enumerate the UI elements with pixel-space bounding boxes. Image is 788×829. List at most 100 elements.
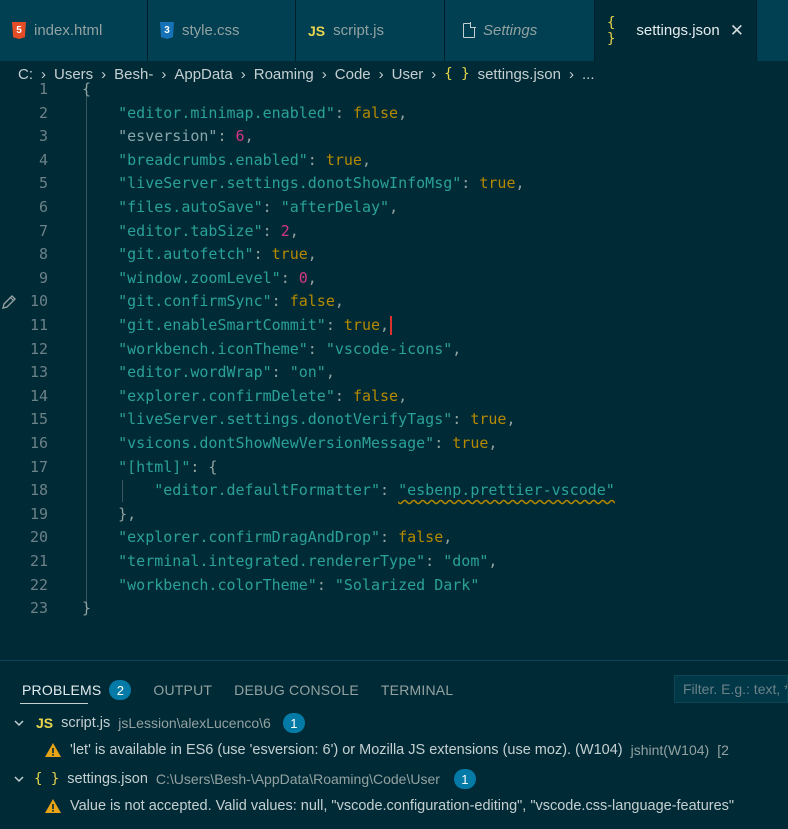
- code-line[interactable]: 2 "editor.minimap.enabled": false,: [0, 102, 788, 126]
- problem-message-row[interactable]: Value is not accepted. Valid values: nul…: [0, 794, 734, 818]
- code-line[interactable]: 9 "window.zoomLevel": 0,: [0, 267, 788, 291]
- problems-filter-input[interactable]: Filter. E.g.: text, **/*.ts, !**/node_mo…: [674, 675, 788, 703]
- code-line[interactable]: 14 "explorer.confirmDelete": false,: [0, 385, 788, 409]
- code-line[interactable]: 8 "git.autofetch": true,: [0, 243, 788, 267]
- code-line[interactable]: 17 "[html]": {: [0, 456, 788, 480]
- code-token: "git.autofetch": [118, 245, 254, 264]
- code-line[interactable]: 3 "esversion": 6,: [0, 125, 788, 149]
- code-token: :: [271, 292, 290, 311]
- tab-problems[interactable]: PROBLEMS 2: [22, 680, 132, 700]
- code-token: true: [343, 316, 381, 334]
- tab-settings-json[interactable]: { } settings.json ✕: [595, 0, 757, 61]
- problem-message-row[interactable]: 'let' is available in ES6 (use 'esversio…: [0, 738, 729, 762]
- code-token: "terminal.integrated.rendererType": [118, 552, 426, 570]
- line-number: 22: [29, 575, 48, 594]
- code-token: }: [82, 599, 92, 618]
- code-line[interactable]: 20 "explorer.confirmDragAndDrop": false,: [0, 526, 788, 550]
- active-tab-underline: [20, 703, 88, 704]
- line-number: 17: [29, 457, 48, 476]
- code-token: ,: [452, 339, 462, 358]
- code-text: "window.zoomLevel": 0,: [82, 267, 317, 291]
- problem-source: jshint(W104): [630, 742, 710, 758]
- close-icon[interactable]: ✕: [730, 21, 744, 41]
- code-line[interactable]: 21 "terminal.integrated.rendererType": "…: [0, 550, 788, 574]
- warning-icon: [45, 743, 61, 757]
- code-token: :: [461, 174, 480, 193]
- code-token: ,: [380, 316, 390, 334]
- code-token: "workbench.colorTheme": [118, 575, 317, 594]
- code-text: "editor.minimap.enabled": false,: [82, 102, 407, 126]
- code-token: ,: [244, 127, 254, 146]
- tab-index-html[interactable]: 5 index.html: [0, 0, 148, 61]
- tab-label: Settings: [483, 22, 538, 39]
- code-text: {: [82, 78, 91, 102]
- code-token: "explorer.confirmDelete": [118, 386, 335, 405]
- tab-settings[interactable]: Settings: [445, 0, 595, 61]
- code-token: false: [398, 528, 444, 547]
- tab-style-css[interactable]: 3 style.css: [148, 0, 296, 61]
- line-number: 14: [29, 386, 48, 405]
- tab-output[interactable]: OUTPUT: [153, 682, 212, 698]
- line-number: 13: [29, 363, 48, 382]
- code-token: :: [262, 221, 281, 240]
- code-line[interactable]: 23}: [0, 597, 788, 621]
- code-token: "workbench.iconTheme": [118, 339, 308, 358]
- code-line[interactable]: 16 "vsicons.dontShowNewVersionMessage": …: [0, 432, 788, 456]
- line-number: 2: [38, 103, 48, 122]
- code-line[interactable]: 4 "breadcrumbs.enabled": true,: [0, 149, 788, 173]
- tab-label: index.html: [34, 22, 103, 39]
- code-line[interactable]: 22 "workbench.colorTheme": "Solarized Da…: [0, 574, 788, 598]
- code-token: false: [352, 103, 399, 122]
- code-text: "git.enableSmartCommit": true,: [82, 314, 393, 338]
- code-token: },: [82, 504, 137, 523]
- code-token: "editor.wordWrap": [118, 363, 272, 382]
- code-token: ,: [334, 292, 344, 311]
- code-token: :: [316, 575, 335, 594]
- code-line[interactable]: 10 "git.confirmSync": false,: [0, 290, 788, 314]
- chevron-down-icon[interactable]: [10, 714, 28, 732]
- code-line[interactable]: 15 "liveServer.settings.donotVerifyTags"…: [0, 408, 788, 432]
- code-text: "terminal.integrated.rendererType": "dom…: [82, 550, 497, 574]
- code-token: "afterDelay": [280, 198, 390, 216]
- code-token: "Solarized Dark": [334, 575, 480, 594]
- line-number: 18: [29, 481, 48, 500]
- code-text: }: [82, 597, 91, 621]
- code-token: ,: [398, 103, 408, 122]
- code-line[interactable]: 1{: [0, 78, 788, 102]
- code-text: "explorer.confirmDragAndDrop": false,: [82, 526, 452, 550]
- code-token: :: [307, 150, 326, 169]
- line-number: 21: [29, 552, 48, 570]
- problem-file-row[interactable]: JS script.js jsLession\alexLucenco\6 1: [0, 711, 305, 735]
- code-line[interactable]: 13 "editor.wordWrap": "on",: [0, 361, 788, 385]
- tab-debug-console[interactable]: DEBUG CONSOLE: [234, 682, 359, 698]
- code-token: "vsicons.dontShowNewVersionMessage": [118, 434, 435, 452]
- code-token: "editor.minimap.enabled": [118, 103, 335, 122]
- code-line[interactable]: 7 "editor.tabSize": 2,: [0, 220, 788, 244]
- code-line[interactable]: 6 "files.autoSave": "afterDelay",: [0, 196, 788, 220]
- code-text: "breadcrumbs.enabled": true,: [82, 149, 371, 173]
- code-token: 6: [235, 127, 245, 146]
- code-line[interactable]: 5 "liveServer.settings.donotShowInfoMsg"…: [0, 172, 788, 196]
- code-text: "liveServer.settings.donotVerifyTags": t…: [82, 408, 515, 432]
- tab-label: style.css: [182, 22, 240, 39]
- code-token: false: [352, 386, 399, 405]
- code-line[interactable]: 12 "workbench.iconTheme": "vscode-icons"…: [0, 338, 788, 362]
- problem-count-badge: 1: [453, 769, 476, 789]
- problem-file-path: C:\Users\Besh-\AppData\Roaming\Code\User: [155, 771, 440, 787]
- problem-file-row[interactable]: { } settings.json C:\Users\Besh-\AppData…: [0, 767, 476, 791]
- code-editor[interactable]: 1{2 "editor.minimap.enabled": false, 3 "e…: [0, 78, 788, 638]
- code-line[interactable]: 11 "git.enableSmartCommit": true,: [0, 314, 788, 338]
- code-line[interactable]: 19 },: [0, 503, 788, 527]
- problem-file-name: script.js: [61, 715, 111, 731]
- tab-terminal[interactable]: TERMINAL: [381, 682, 453, 698]
- chevron-down-icon[interactable]: [10, 770, 28, 788]
- code-token: ,: [361, 150, 371, 169]
- tab-script-js[interactable]: JS script.js: [296, 0, 445, 61]
- code-line[interactable]: 18 "editor.defaultFormatter": "esbenp.pr…: [0, 479, 788, 503]
- line-number: 23: [29, 599, 48, 618]
- code-token: {: [82, 80, 92, 98]
